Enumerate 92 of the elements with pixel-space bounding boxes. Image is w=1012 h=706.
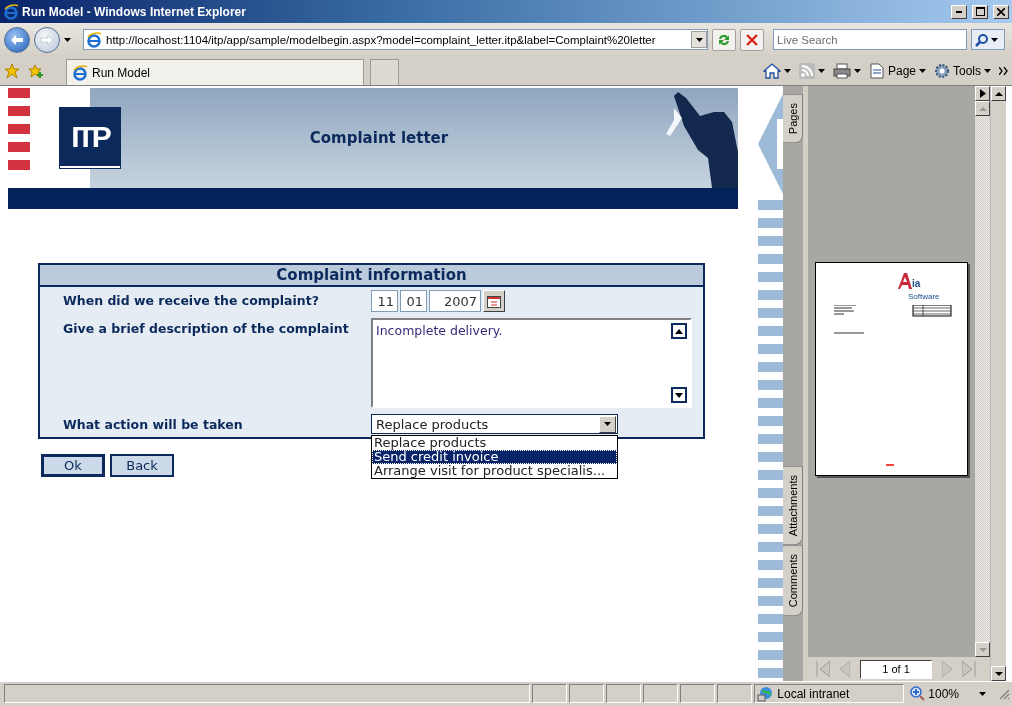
minimize-icon [956,10,962,13]
calendar-button[interactable] [483,290,505,312]
right-triangle-icon [979,89,986,98]
status-panel [569,684,605,703]
search-field[interactable]: Live Search [773,29,967,50]
search-button[interactable] [971,29,1005,50]
page-icon [868,62,885,79]
dropdown-option[interactable]: Replace products [372,436,617,450]
gear-icon [934,62,950,79]
field-label: What action will be taken [62,416,244,434]
caret-icon [783,68,791,73]
logo: ITP [60,108,120,168]
maximize-button[interactable] [972,4,988,19]
feed-icon [798,62,815,79]
dropdown-option[interactable]: Arrange visit for product specialis... [372,464,617,478]
close-icon [997,7,1005,16]
logo-text: ia [912,279,921,289]
pane-toggle-button[interactable] [975,86,990,101]
up-triangle-icon [675,328,683,334]
caret-icon [919,68,926,73]
browser-tab[interactable]: Run Model [66,59,364,85]
back-button[interactable] [4,26,30,53]
home-icon [762,62,781,79]
browser-e-icon [72,64,88,81]
dropdown-button[interactable] [691,31,707,48]
panel-title: Complaint information [40,265,703,287]
zone-label: Local intranet [777,686,850,701]
caret-icon [604,422,611,426]
month-field[interactable]: 01 [400,290,427,312]
left-arrow-icon [10,33,24,46]
star-icon[interactable] [4,62,20,79]
page-number-field[interactable]: 1 of 1 [860,659,932,679]
window-title: Run Model - Windows Internet Explorer [22,4,247,19]
logo-subtext: Software [908,292,940,301]
status-panel [680,684,716,703]
form-button[interactable]: Ok [41,454,105,477]
day-field[interactable]: 11 [371,290,398,312]
caret-icon [991,37,998,42]
field-label: When did we receive the complaint? [62,292,320,310]
page-title: Complaint letter [308,129,450,147]
side-tab[interactable]: Comments [783,544,803,616]
up-triangle-icon [978,106,987,111]
scroll-up-button[interactable] [671,323,687,339]
address-field[interactable]: http://localhost:1104/itp/app/sample/modelbegin.aspx?model=complaint_letter.itp&label=Complaint%20letter [83,29,708,50]
caret-icon [695,37,703,42]
globe-icon [757,685,774,702]
caret-icon [979,691,986,696]
calendar-icon [487,294,501,308]
feeds-button[interactable] [798,62,825,79]
status-panel [606,684,642,703]
forward-button[interactable] [34,26,60,53]
refresh-button[interactable] [712,28,736,51]
status-panel [532,684,568,703]
search-icon [975,32,989,47]
refresh-icon [716,32,732,47]
logo-a-icon [898,273,912,289]
close-button[interactable] [993,4,1009,19]
form-button[interactable]: Back [110,454,174,477]
home-button[interactable] [762,62,791,79]
field-label: Give a brief description of the complaint [62,320,350,338]
year-field[interactable]: 2007 [429,290,481,312]
caret-icon [853,68,861,73]
status-panel [643,684,679,703]
down-triangle-icon [675,392,683,398]
dropdown-option[interactable]: Send credit invoice [372,450,617,464]
history-caret-icon [64,37,71,42]
zoom-button[interactable]: 100% [906,684,996,703]
browser-e-icon [86,31,102,48]
right-arrow-icon [40,33,54,46]
browser-e-icon [3,3,19,20]
resize-grip-icon[interactable] [998,687,1010,700]
page-button[interactable]: Page [868,62,926,79]
description-field[interactable]: Incomplete delivery. [371,318,692,408]
maximize-icon [975,7,985,16]
magnifier-icon [910,686,926,701]
print-button[interactable] [832,62,861,79]
side-tab[interactable]: Attachments [783,465,803,545]
down-triangle-icon [978,647,987,652]
status-panel [717,684,753,703]
action-dropdown[interactable]: Replace products [371,414,618,434]
chevron-icon[interactable] [999,66,1008,75]
scroll-down-button[interactable] [671,387,687,403]
caret-icon [817,68,825,73]
stop-button[interactable] [740,28,764,51]
x-icon [746,33,758,46]
caret-icon [984,68,991,73]
side-tab[interactable]: Pages [783,94,803,144]
down-triangle-icon [994,671,1003,676]
printer-icon [832,62,851,79]
minimize-button[interactable] [951,4,967,19]
up-triangle-icon [994,91,1003,96]
tools-button[interactable]: Tools [934,62,991,79]
